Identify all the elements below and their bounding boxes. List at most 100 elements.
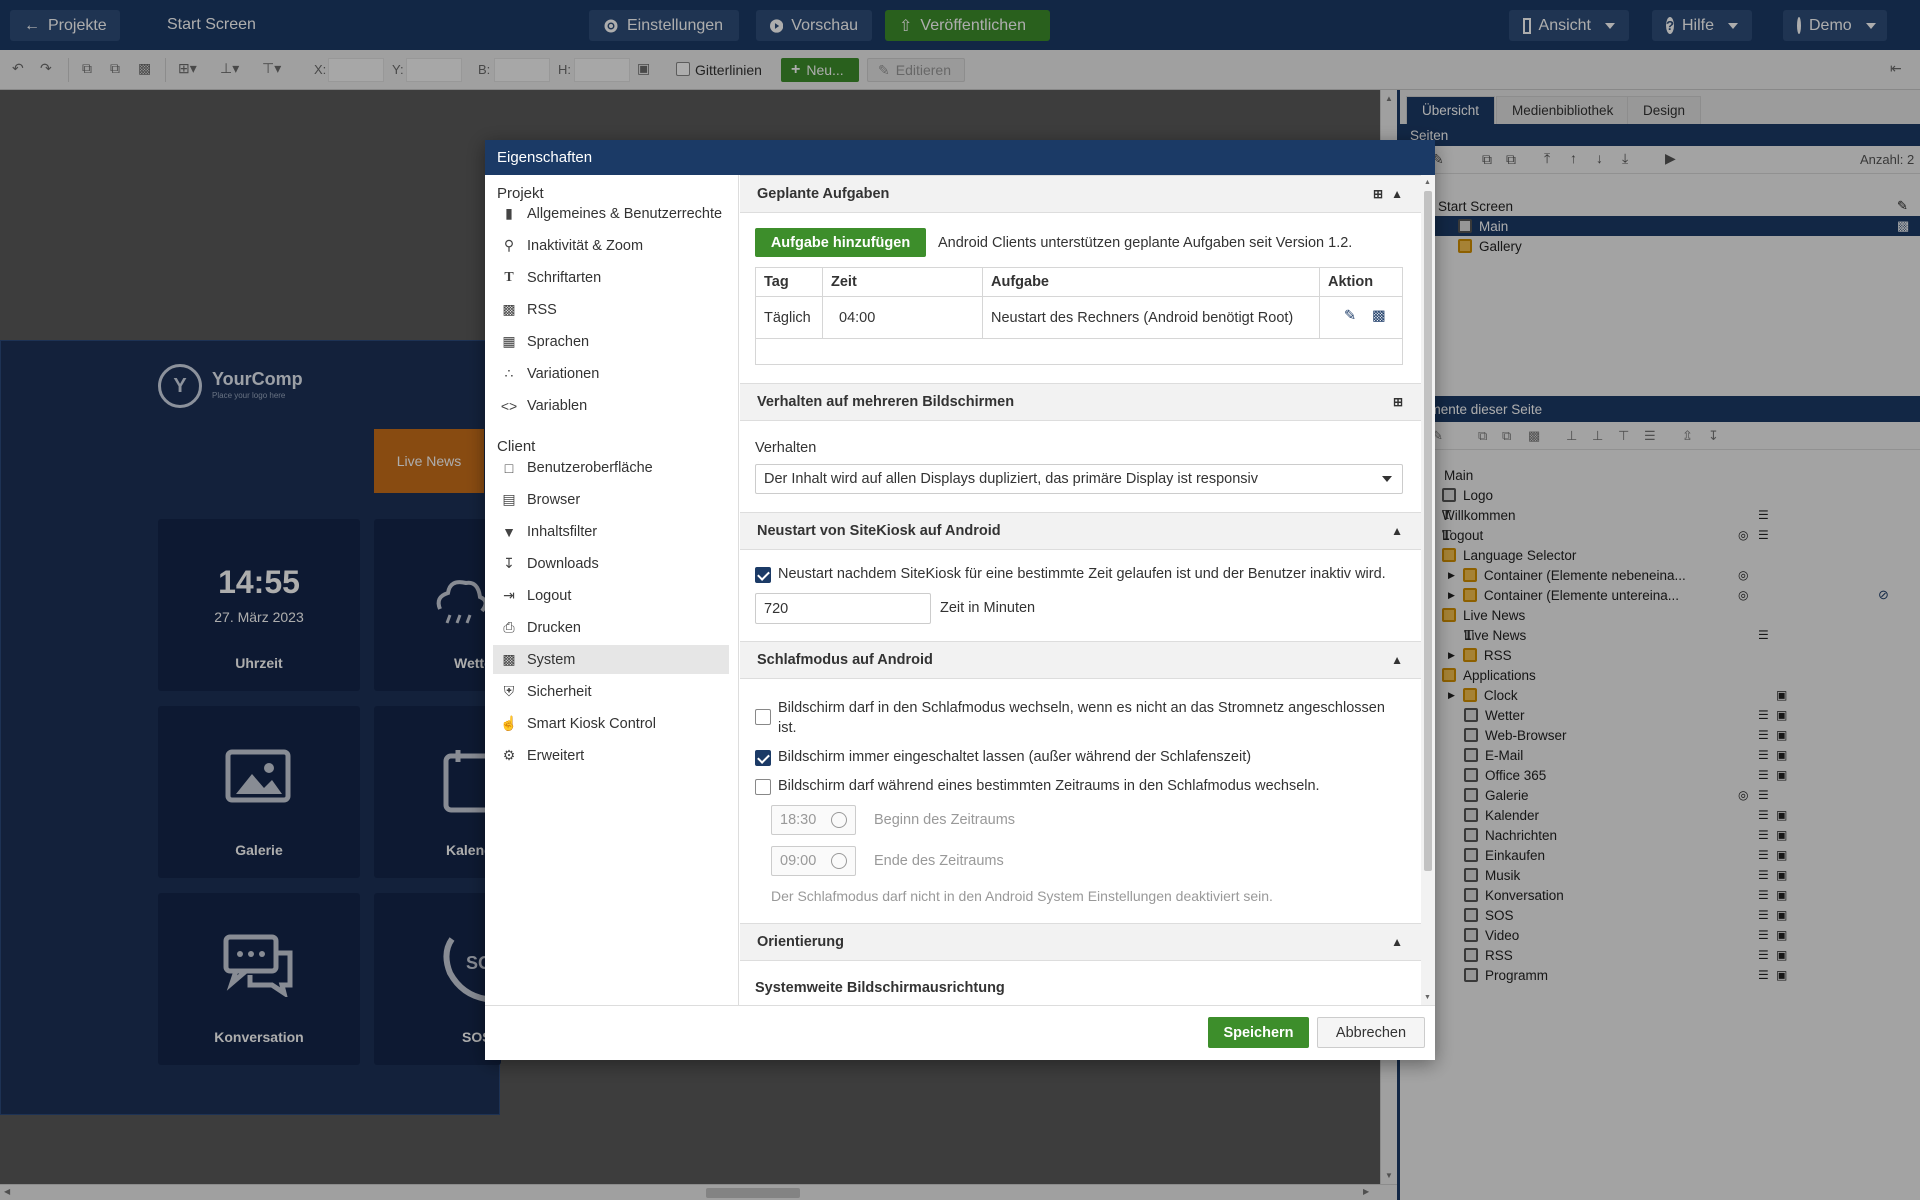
nav-label: Drucken xyxy=(527,619,581,636)
clock-icon xyxy=(831,812,847,828)
android-icon: ▲ xyxy=(1391,653,1403,667)
minutes-label: Zeit in Minuten xyxy=(940,600,1036,616)
behavior-select[interactable]: Der Inhalt wird auf allen Displays dupli… xyxy=(755,464,1403,494)
print-icon: ⎙ xyxy=(503,619,515,635)
nav-label: System xyxy=(527,651,576,668)
nav-label: Inhaltsfilter xyxy=(527,523,598,540)
nav-label: Schriftarten xyxy=(527,269,602,286)
nav-item-variations[interactable]: ∴ Variationen xyxy=(493,359,729,388)
nav-label: Benutzeroberfläche xyxy=(527,459,653,476)
nav-label: RSS xyxy=(527,301,557,318)
column-header: Zeit xyxy=(831,274,857,290)
nav-label: Sprachen xyxy=(527,333,590,350)
dialog-scrollbar[interactable]: ▲ ▼ xyxy=(1421,175,1435,1005)
nav-label: Inaktivität & Zoom xyxy=(527,237,644,254)
nav-item-content-filter[interactable]: ▼ Inhaltsfilter xyxy=(493,517,729,546)
section-scheduled-tasks: Geplante Aufgaben ⊞ ▲ xyxy=(740,175,1421,213)
column-header: Aufgabe xyxy=(991,274,1049,290)
scroll-up-icon[interactable]: ▲ xyxy=(1424,179,1431,186)
system-icon: ▩ xyxy=(502,651,516,667)
android-icon: ▲ xyxy=(1391,187,1403,201)
logout-icon: ⇥ xyxy=(503,587,515,603)
dialog-nav: Projekt ▮ Allgemeines & Benutzerrechte ⚲ I… xyxy=(485,175,739,1005)
section-title: Neustart von SiteKiosk auf Android xyxy=(757,523,1001,539)
properties-dialog: Eigenschaften Projekt ▮ Allgemeines & Ben… xyxy=(485,140,1435,1060)
sleep-end-input[interactable]: 09:00 xyxy=(771,846,856,876)
platform-icons: ⊞ ▲ xyxy=(1373,187,1403,201)
caret-down-icon xyxy=(1382,476,1392,482)
select-value: Der Inhalt wird auf allen Displays dupli… xyxy=(764,471,1259,487)
sleep-hint: Der Schlafmodus darf nicht in den Androi… xyxy=(771,888,1273,904)
download-icon: ↧ xyxy=(503,555,515,571)
filter-icon: ▼ xyxy=(502,523,516,540)
sleep-period-checkbox[interactable] xyxy=(755,779,771,795)
cell-day: Täglich xyxy=(764,310,811,326)
table-header: Tag Zeit Aufgabe Aktion xyxy=(756,268,1402,297)
nav-item-fonts[interactable]: T Schriftarten xyxy=(493,263,729,292)
nav-label: Downloads xyxy=(527,555,599,572)
hand-icon: ☝ xyxy=(500,715,518,731)
restart-checkbox[interactable] xyxy=(755,567,771,583)
code-icon: <> xyxy=(500,397,518,414)
cancel-button[interactable]: Abbrechen xyxy=(1317,1017,1425,1048)
user-interface-icon: □ xyxy=(504,459,514,476)
shield-icon: ⛨ xyxy=(503,683,515,699)
save-button[interactable]: Speichern xyxy=(1208,1017,1309,1048)
windows-icon: ⊞ xyxy=(1373,187,1384,201)
rss-icon: ▩ xyxy=(502,301,516,317)
sleep-unplugged-label: Bildschirm darf in den Schlafmodus wechs… xyxy=(778,700,1385,736)
end-time-value: 09:00 xyxy=(780,853,817,869)
behavior-label: Verhalten xyxy=(755,440,817,456)
nav-item-languages[interactable]: ▦ Sprachen xyxy=(493,327,729,356)
nav-label: Smart Kiosk Control xyxy=(527,715,656,732)
nav-item-general[interactable]: ▮ Allgemeines & Benutzerrechte xyxy=(493,199,729,228)
android-icon: ▲ xyxy=(1391,524,1403,538)
restart-minutes-input[interactable]: 720 xyxy=(755,593,931,624)
nav-item-security[interactable]: ⛨ Sicherheit xyxy=(493,677,729,706)
sleep-unplugged-checkbox[interactable] xyxy=(755,709,771,725)
section-title: Verhalten auf mehreren Bildschirmen xyxy=(757,394,1015,410)
screen-always-on-label: Bildschirm immer eingeschaltet lassen (a… xyxy=(778,749,1252,765)
pencil-icon[interactable]: ✎ xyxy=(1344,308,1356,324)
row-divider xyxy=(756,338,1402,339)
nav-item-system[interactable]: ▩ System xyxy=(493,645,729,674)
nav-item-logout[interactable]: ⇥ Logout xyxy=(493,581,729,610)
nav-item-inactivity[interactable]: ⚲ Inaktivität & Zoom xyxy=(493,231,729,260)
gear-icon: ⚙ xyxy=(502,747,516,763)
nav-label: Erweitert xyxy=(527,747,585,764)
column-header: Tag xyxy=(764,274,789,290)
platform-icons: ⊞ xyxy=(1393,395,1403,409)
nav-item-smart-kiosk[interactable]: ☝ Smart Kiosk Control xyxy=(493,709,729,738)
restart-checkbox-label: Neustart nachdem SiteKiosk für eine best… xyxy=(778,566,1386,582)
nav-item-rss[interactable]: ▩ RSS xyxy=(493,295,729,324)
cell-time: 04:00 xyxy=(839,310,876,326)
add-task-button[interactable]: Aufgabe hinzufügen xyxy=(755,228,926,257)
platform-icons: ▲ xyxy=(1391,935,1403,949)
nav-label: Sicherheit xyxy=(527,683,592,700)
nav-item-variables[interactable]: <> Variablen xyxy=(493,391,729,420)
trash-icon[interactable]: ▩ xyxy=(1372,308,1386,324)
sleep-start-input[interactable]: 18:30 xyxy=(771,805,856,835)
nav-item-print[interactable]: ⎙ Drucken xyxy=(493,613,729,642)
nav-item-browser[interactable]: ▤ Browser xyxy=(493,485,729,514)
sleep-period-label: Bildschirm darf während eines bestimmten… xyxy=(778,778,1320,794)
scroll-thumb[interactable] xyxy=(1424,191,1432,871)
platform-icons: ▲ xyxy=(1391,653,1403,667)
table-row[interactable]: Täglich 04:00 Neustart des Rechners (And… xyxy=(756,298,1402,338)
nav-label: Browser xyxy=(527,491,581,508)
section-title: Schlafmodus auf Android xyxy=(757,652,933,668)
nav-item-ui[interactable]: □ Benutzeroberfläche xyxy=(493,453,729,482)
screen-always-on-checkbox[interactable] xyxy=(755,750,771,766)
end-label: Ende des Zeitraums xyxy=(874,853,1004,869)
nav-item-advanced[interactable]: ⚙ Erweitert xyxy=(493,741,729,770)
browser-icon: ▤ xyxy=(502,491,516,507)
scroll-down-icon[interactable]: ▼ xyxy=(1424,994,1431,1001)
language-icon: ▦ xyxy=(502,333,516,349)
dialog-content: Geplante Aufgaben ⊞ ▲ Aufgabe hinzufügen … xyxy=(740,175,1421,1005)
nav-label: Variationen xyxy=(527,365,600,382)
tasks-table: Tag Zeit Aufgabe Aktion Täglich 04:00 Ne… xyxy=(755,267,1403,365)
dialog-title: Eigenschaften xyxy=(485,140,1435,175)
nav-label: Allgemeines & Benutzerrechte xyxy=(527,205,723,222)
cell-task: Neustart des Rechners (Android benötigt … xyxy=(991,310,1294,326)
nav-item-downloads[interactable]: ↧ Downloads xyxy=(493,549,729,578)
